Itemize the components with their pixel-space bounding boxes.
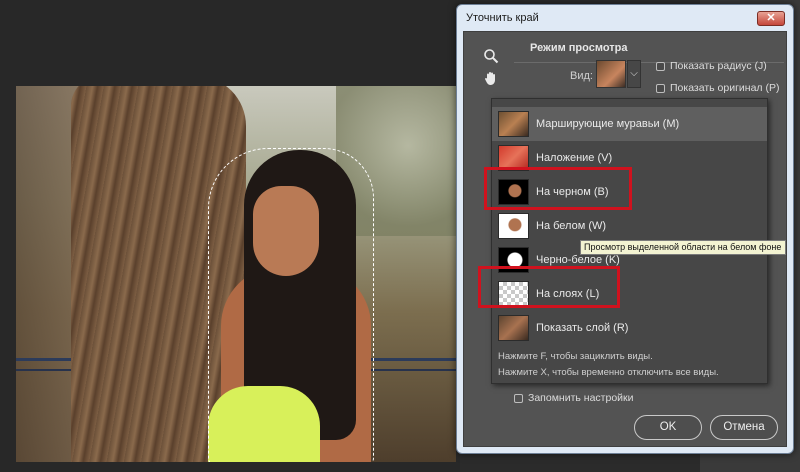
checkbox-box[interactable] bbox=[656, 61, 665, 71]
dialog-titlebar[interactable]: Уточнить край ✕ bbox=[457, 5, 793, 31]
show-radius-checkbox[interactable]: Показать радиус (J) bbox=[656, 60, 767, 72]
hand-icon[interactable] bbox=[482, 70, 500, 88]
marching-ants-selection bbox=[208, 148, 374, 462]
tooltip: Просмотр выделенной области на белом фон… bbox=[580, 240, 786, 255]
checkbox-box[interactable] bbox=[514, 393, 523, 403]
dialog-title: Уточнить край bbox=[466, 12, 539, 24]
menu-item-label: На белом (W) bbox=[536, 220, 607, 232]
menu-item-label: Марширующие муравьи (M) bbox=[536, 118, 680, 130]
photo-canvas[interactable] bbox=[16, 86, 456, 462]
menu-item-marching-ants[interactable]: Марширующие муравьи (M) bbox=[492, 107, 767, 141]
show-original-checkbox[interactable]: Показать оригинал (P) bbox=[656, 82, 779, 94]
chevron-down-icon[interactable]: ⌵ bbox=[627, 60, 641, 88]
highlight-on-black bbox=[484, 167, 632, 210]
show-radius-label: Показать радиус (J) bbox=[670, 60, 767, 72]
view-label: Вид: bbox=[570, 70, 593, 82]
remember-settings-checkbox[interactable]: Запомнить настройки bbox=[514, 392, 634, 404]
checkbox-box[interactable] bbox=[656, 83, 665, 93]
dialog-body: Режим просмотра Вид: ⌵ Показать радиус (… bbox=[463, 31, 787, 447]
view-preview-thumbnail[interactable] bbox=[596, 60, 626, 88]
menu-item-on-white[interactable]: На белом (W) bbox=[492, 209, 767, 243]
on-white-thumbnail bbox=[498, 213, 529, 239]
canvas-workspace bbox=[0, 0, 460, 472]
menu-item-label: Черно-белое (K) bbox=[536, 254, 620, 266]
menu-item-label: Наложение (V) bbox=[536, 152, 613, 164]
cancel-button[interactable]: Отмена bbox=[710, 415, 778, 440]
close-button[interactable]: ✕ bbox=[757, 11, 785, 26]
hint-cycle-views: Нажмите F, чтобы зациклить виды. bbox=[498, 351, 653, 362]
reveal-layer-thumbnail bbox=[498, 315, 529, 341]
menu-item-reveal-layer[interactable]: Показать слой (R) bbox=[492, 311, 767, 345]
marching-ants-thumbnail bbox=[498, 111, 529, 137]
show-original-label: Показать оригинал (P) bbox=[670, 82, 780, 94]
refine-edge-dialog: Уточнить край ✕ Режим просмотра Вид: ⌵ П… bbox=[456, 4, 794, 454]
view-mode-section-title: Режим просмотра bbox=[530, 42, 628, 54]
zoom-icon[interactable] bbox=[482, 48, 500, 66]
menu-item-label: Показать слой (R) bbox=[536, 322, 629, 334]
hint-disable-views: Нажмите X, чтобы временно отключить все … bbox=[498, 367, 719, 378]
ok-button[interactable]: OK bbox=[634, 415, 702, 440]
highlight-on-layers bbox=[478, 266, 620, 308]
remember-settings-label: Запомнить настройки bbox=[528, 392, 634, 404]
